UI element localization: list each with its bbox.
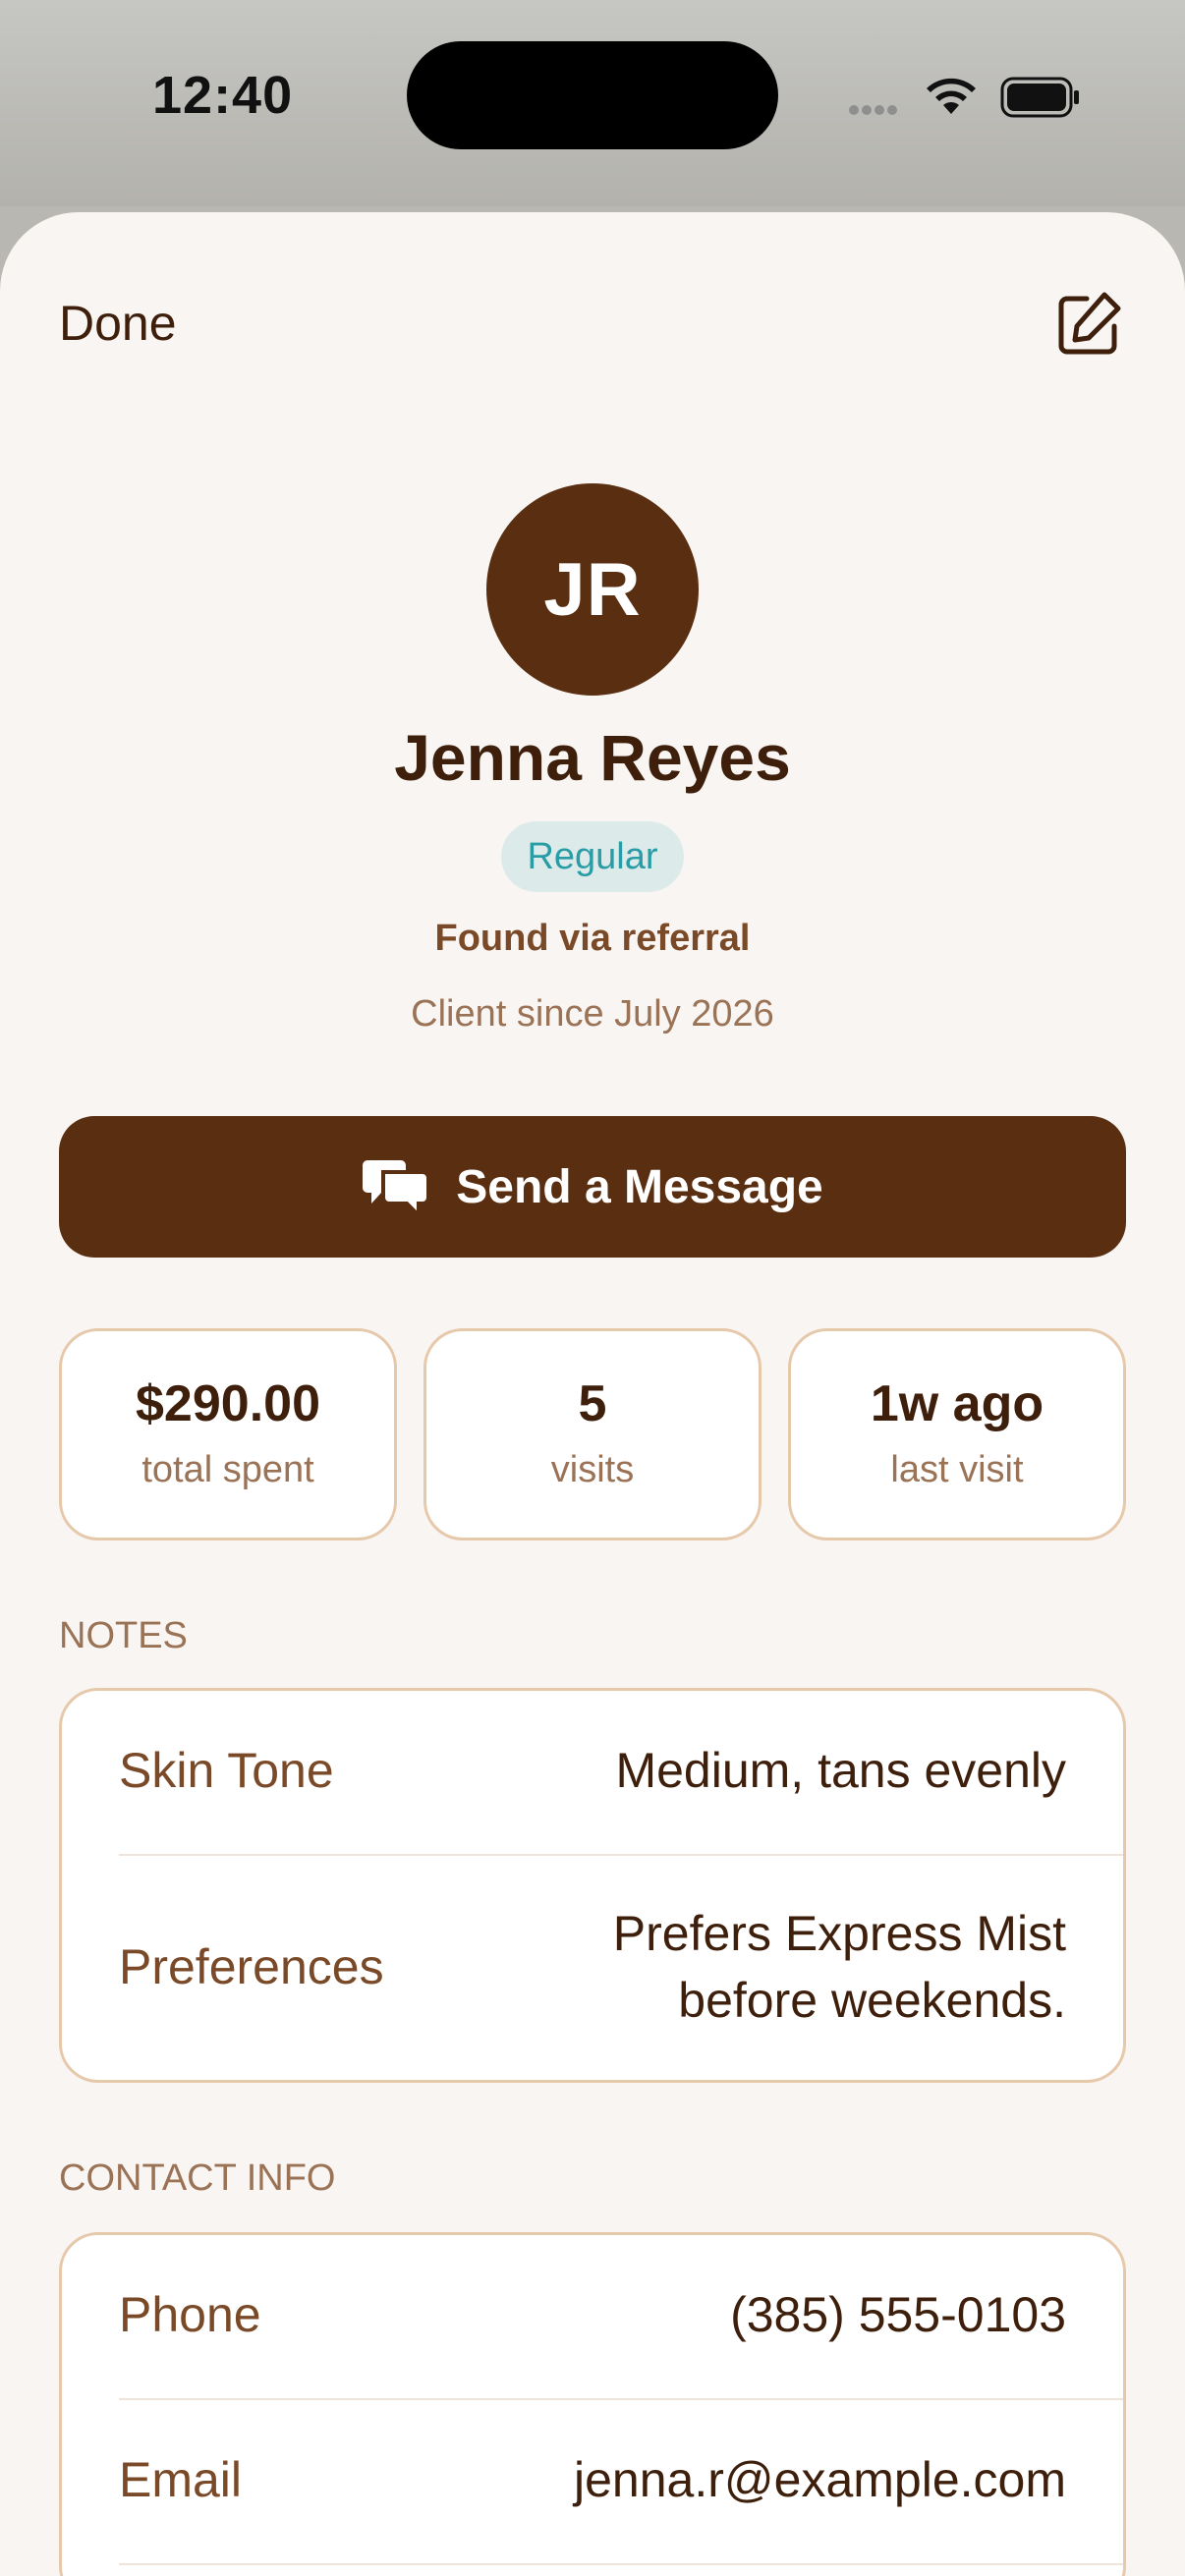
done-button[interactable]: Done <box>59 295 177 352</box>
stat-value: $290.00 <box>136 1375 320 1432</box>
row-label: Skin Tone <box>119 1743 334 1798</box>
row-value: jenna.r@example.com <box>574 2452 1066 2507</box>
avatar-initials: JR <box>543 547 642 632</box>
battery-icon <box>1000 77 1079 118</box>
row-value: Medium, tans evenly <box>615 1743 1066 1798</box>
dynamic-island <box>407 41 778 149</box>
client-since: Client since July 2026 <box>411 993 774 1035</box>
client-source: Found via referral <box>434 918 751 959</box>
notes-card: Skin Tone Medium, tans evenly Preference… <box>59 1688 1126 2083</box>
wifi-icon <box>927 78 976 114</box>
send-message-button[interactable]: Send a Message <box>59 1116 1126 1258</box>
contact-row-phone[interactable]: Phone (385) 555-0103 <box>62 2235 1123 2398</box>
contact-section-title: CONTACT INFO <box>59 2157 336 2199</box>
row-value: (385) 555-0103 <box>730 2287 1066 2342</box>
stat-value: 1w ago <box>870 1375 1044 1432</box>
status-bar: 12:40 <box>0 0 1185 206</box>
stat-last-visit: 1w ago last visit <box>788 1328 1126 1540</box>
client-name: Jenna Reyes <box>394 721 791 794</box>
notes-section-title: NOTES <box>59 1615 188 1656</box>
row-divider <box>119 2563 1123 2565</box>
row-label: Email <box>119 2452 243 2507</box>
notes-row-preferences[interactable]: Preferences Prefers Express Mist before … <box>62 1856 1123 2080</box>
stat-label: visits <box>550 1449 635 1490</box>
notes-row-skin-tone[interactable]: Skin Tone Medium, tans evenly <box>62 1691 1123 1854</box>
row-value-line-1: Prefers Express Mist <box>612 1906 1066 1961</box>
row-value-line-2: before weekends. <box>678 1973 1066 2028</box>
contact-card: Phone (385) 555-0103 Email jenna.r@examp… <box>59 2232 1126 2576</box>
cellular-signal-icon <box>849 102 900 120</box>
send-message-label: Send a Message <box>456 1160 823 1213</box>
client-tag-badge: Regular <box>501 821 684 892</box>
chat-bubbles-icon <box>363 1160 431 1219</box>
stat-total-spent: $290.00 total spent <box>59 1328 397 1540</box>
stat-visits: 5 visits <box>423 1328 762 1540</box>
avatar: JR <box>486 483 699 696</box>
status-time: 12:40 <box>152 66 294 125</box>
row-label: Preferences <box>119 1939 384 1994</box>
stat-label: last visit <box>890 1449 1024 1490</box>
contact-row-email[interactable]: Email jenna.r@example.com <box>62 2400 1123 2563</box>
stat-label: total spent <box>141 1449 314 1490</box>
row-label: Phone <box>119 2287 261 2342</box>
stat-value: 5 <box>578 1375 607 1432</box>
pencil-square-icon[interactable] <box>1053 289 1124 360</box>
